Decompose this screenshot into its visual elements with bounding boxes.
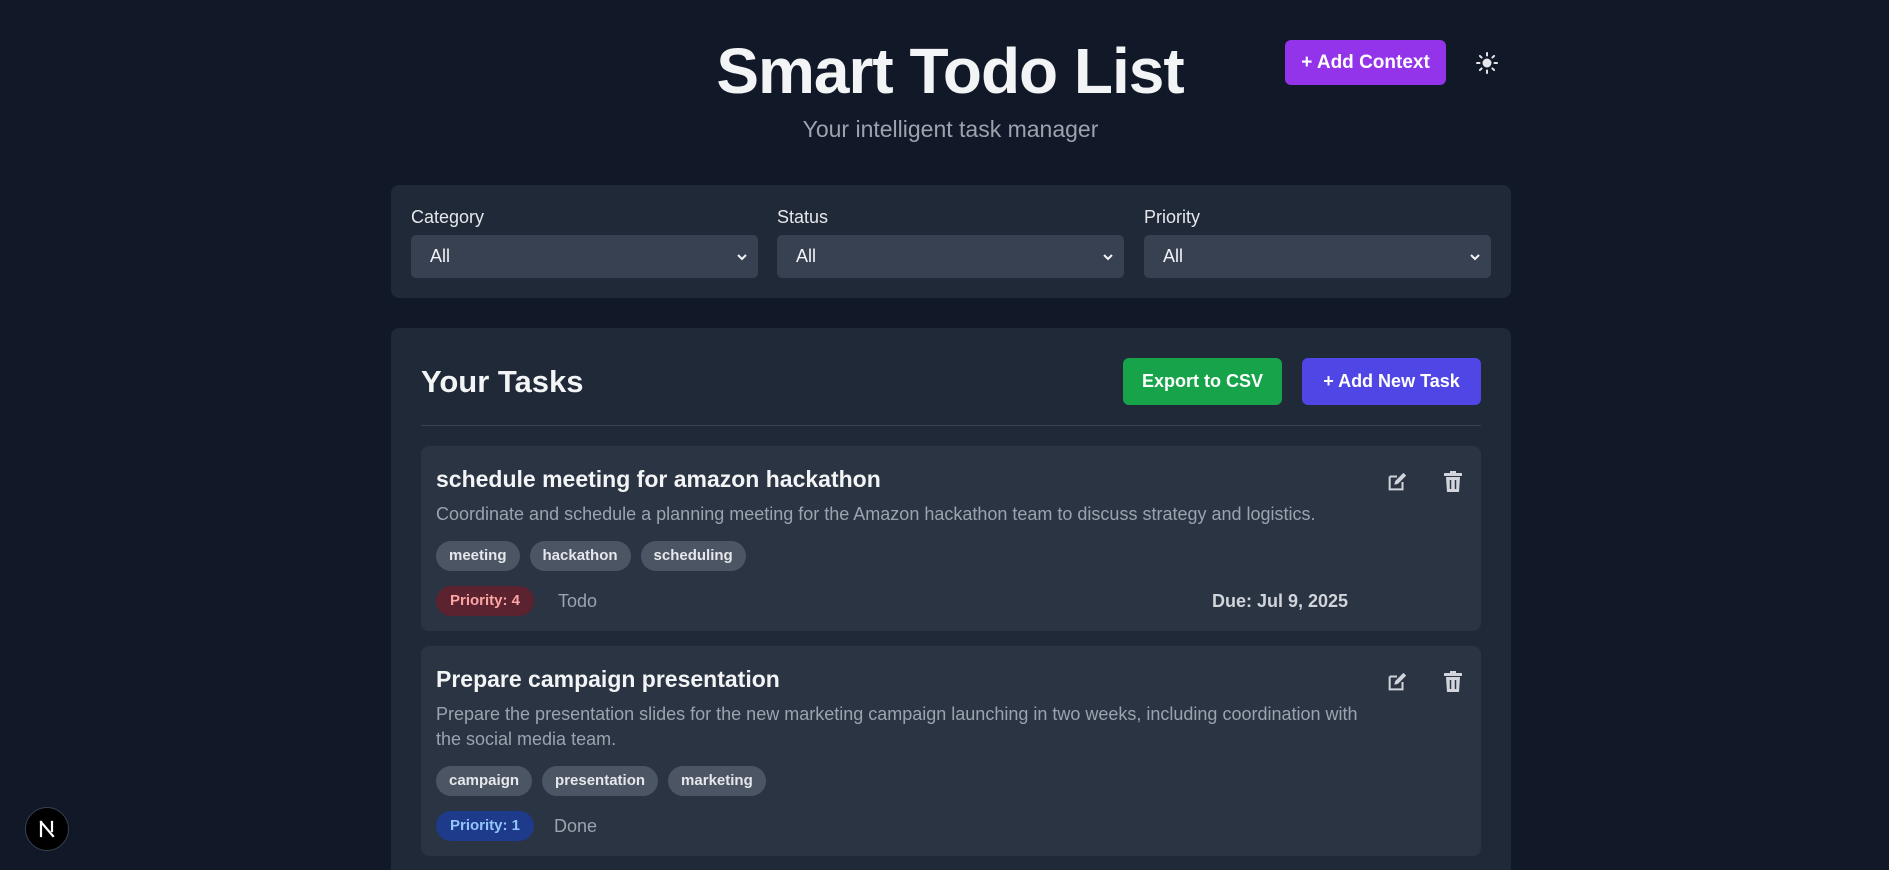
due-date: Due: Jul 9, 2025 [1212, 591, 1349, 611]
add-task-button[interactable]: + Add New Task [1302, 358, 1481, 405]
chevron-down-icon [737, 253, 747, 260]
chevron-down-icon [1103, 253, 1113, 260]
tag: presentation [542, 766, 659, 796]
edit-icon [1388, 672, 1407, 691]
priority-badge: Priority: 1 [436, 811, 535, 841]
page-title: Smart Todo List [716, 35, 1184, 107]
chevron-down-icon [1470, 253, 1480, 260]
status-filter: Status All [777, 207, 1124, 278]
task-card: Prepare campaign presentation Prepare th… [421, 646, 1481, 856]
task-title: Prepare campaign presentation [436, 666, 780, 692]
status-filter-label: Status [777, 207, 829, 227]
theme-toggle-button[interactable] [1470, 46, 1504, 80]
sun-icon [1476, 52, 1498, 74]
priority-filter: Priority All [1144, 207, 1491, 278]
status-select[interactable]: All [777, 235, 1124, 278]
task-title: schedule meeting for amazon hackathon [436, 466, 881, 492]
tag: campaign [436, 766, 533, 796]
category-select-value: All [430, 246, 451, 266]
nextjs-logo-icon [39, 820, 55, 838]
app-header: Smart Todo List Your intelligent task ma… [0, 0, 1889, 160]
priority-select-value: All [1163, 246, 1184, 266]
task-tags: meeting hackathon scheduling [436, 541, 746, 571]
edit-icon [1388, 472, 1407, 491]
status-text: Todo [558, 591, 598, 611]
task-description: Prepare the presentation slides for the … [436, 704, 1358, 749]
status-select-value: All [796, 246, 817, 266]
tag: hackathon [529, 541, 631, 571]
edit-task-button[interactable] [1382, 667, 1412, 697]
category-filter: Category All [411, 207, 758, 278]
filters-panel: Category All Status All Priority All [391, 185, 1511, 298]
task-card: schedule meeting for amazon hackathon Co… [421, 446, 1481, 631]
export-csv-button[interactable]: Export to CSV [1123, 358, 1282, 405]
app-page: Smart Todo List Your intelligent task ma… [0, 0, 1889, 870]
tag: scheduling [640, 541, 746, 571]
tasks-panel: Your Tasks Export to CSV + Add New Task … [391, 328, 1511, 870]
status-text: Done [554, 816, 598, 836]
tag: marketing [668, 766, 766, 796]
tag: meeting [436, 541, 520, 571]
priority-badge: Priority: 4 [436, 586, 535, 616]
task-tags: campaign presentation marketing [436, 766, 766, 796]
trash-icon [1444, 471, 1462, 492]
priority-filter-label: Priority [1144, 207, 1201, 227]
delete-task-button[interactable] [1438, 667, 1468, 697]
delete-task-button[interactable] [1438, 467, 1468, 497]
nextjs-devtools-button[interactable] [25, 807, 69, 851]
category-select[interactable]: All [411, 235, 758, 278]
page-subtitle: Your intelligent task manager [802, 116, 1099, 142]
task-description: Coordinate and schedule a planning meeti… [436, 504, 1316, 524]
tasks-heading: Your Tasks [421, 364, 584, 399]
priority-select[interactable]: All [1144, 235, 1491, 278]
add-context-button[interactable]: + Add Context [1285, 40, 1446, 85]
divider [421, 425, 1481, 426]
edit-task-button[interactable] [1382, 467, 1412, 497]
category-filter-label: Category [411, 207, 485, 227]
trash-icon [1444, 671, 1462, 692]
